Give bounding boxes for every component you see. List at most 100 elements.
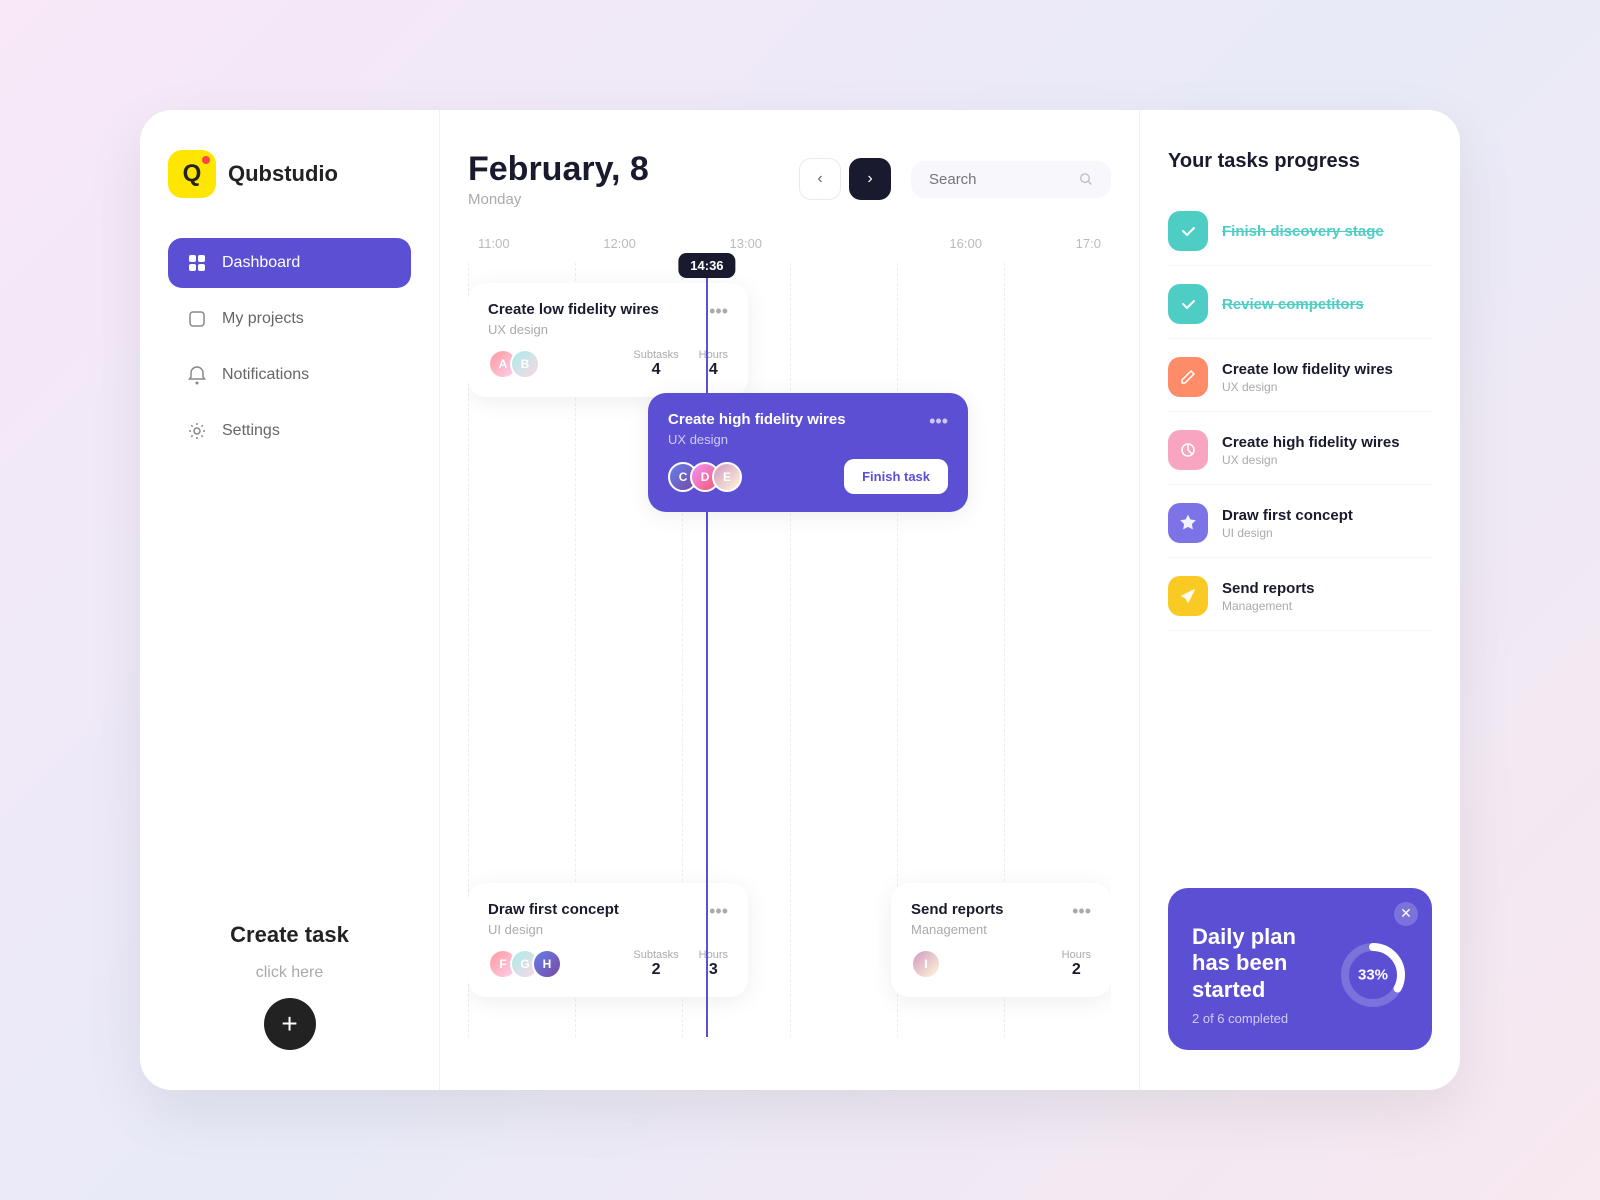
subtasks-stat-3: Subtasks 2 xyxy=(633,949,678,979)
avatar-1b: B xyxy=(510,349,540,379)
subtasks-label-1: Subtasks xyxy=(633,349,678,361)
search-box[interactable] xyxy=(911,161,1111,198)
task-list-info-2: Review competitors xyxy=(1222,296,1432,313)
sidebar-notifications-label: Notifications xyxy=(222,366,309,384)
task-list-info-1: Finish discovery stage xyxy=(1222,223,1432,240)
task-card-header-1: Create low fidelity wires UX design ••• xyxy=(488,301,728,349)
subtasks-stat-1: Subtasks 4 xyxy=(633,349,678,379)
list-item-4: Create high fidelity wires UX design xyxy=(1168,416,1432,485)
task-card-high-fidelity: Create high fidelity wires UX design •••… xyxy=(648,393,968,512)
daily-plan-sub: 2 of 6 completed xyxy=(1192,1011,1338,1026)
sidebar-settings-label: Settings xyxy=(222,422,280,440)
daily-plan-close-button[interactable]: ✕ xyxy=(1394,902,1418,926)
sidebar: Q Qubstudio Dashboard xyxy=(140,110,440,1090)
task-meta-2: C D E Finish task xyxy=(668,459,948,494)
task-subtitle-4: Management xyxy=(911,922,1004,937)
search-input[interactable] xyxy=(929,171,1069,188)
hours-value-1: 4 xyxy=(709,361,718,379)
subtasks-value-1: 4 xyxy=(652,361,661,379)
task-list-cat-5: UI design xyxy=(1222,526,1432,540)
meta-stats-3: Subtasks 2 Hours 3 xyxy=(633,949,728,979)
search-icon xyxy=(1079,171,1093,187)
sidebar-item-dashboard[interactable]: Dashboard xyxy=(168,238,411,288)
task-list: Finish discovery stage Review competitor… xyxy=(1168,197,1432,868)
task-list-info-5: Draw first concept UI design xyxy=(1222,507,1432,540)
task-icon-5 xyxy=(1168,503,1208,543)
task-subtitle-2: UX design xyxy=(668,432,846,447)
main-container: Q Qubstudio Dashboard xyxy=(140,110,1460,1090)
star-icon xyxy=(1178,513,1198,533)
task-list-name-6: Send reports xyxy=(1222,580,1432,597)
daily-plan-card: ✕ Daily plan has been started 2 of 6 com… xyxy=(1168,888,1432,1050)
task-card-header-2: Create high fidelity wires UX design ••• xyxy=(668,411,948,459)
hours-value-4: 2 xyxy=(1072,961,1081,979)
logo-icon: Q xyxy=(168,150,216,198)
time-label-1200: 12:00 xyxy=(603,236,636,251)
create-task-sub: click here xyxy=(256,964,324,982)
task-subtitle-3: UI design xyxy=(488,922,619,937)
prev-arrow-button[interactable]: ‹ xyxy=(799,158,841,200)
sidebar-bottom: Create task click here + xyxy=(168,922,411,1050)
check-icon-2 xyxy=(1178,294,1198,314)
time-labels: 11:00 12:00 13:00 16:00 17:0 xyxy=(468,236,1111,251)
task-list-name-3: Create low fidelity wires xyxy=(1222,361,1432,378)
panel-title: Your tasks progress xyxy=(1168,150,1432,173)
subtasks-value-3: 2 xyxy=(652,961,661,979)
notifications-icon xyxy=(186,364,208,386)
create-task-button[interactable]: + xyxy=(264,998,316,1050)
logo-area: Q Qubstudio xyxy=(168,150,411,198)
list-item-2: Review competitors xyxy=(1168,270,1432,339)
timeline-container: 11:00 12:00 13:00 16:00 17:0 xyxy=(468,236,1111,1050)
current-time-badge: 14:36 xyxy=(678,253,735,278)
pencil-icon xyxy=(1178,367,1198,387)
time-indicator: 14:36 xyxy=(706,263,708,1037)
list-item-6: Send reports Management xyxy=(1168,562,1432,631)
list-item-1: Finish discovery stage xyxy=(1168,197,1432,266)
dashboard-icon xyxy=(186,252,208,274)
avatars-2: C D E xyxy=(668,462,742,492)
task-icon-6 xyxy=(1168,576,1208,616)
task-meta-4: I Hours 2 xyxy=(911,949,1091,979)
progress-percent: 33% xyxy=(1358,966,1388,983)
task-menu-3[interactable]: ••• xyxy=(709,901,728,922)
progress-circle: 33% xyxy=(1338,940,1408,1010)
sidebar-item-settings[interactable]: Settings xyxy=(168,406,411,456)
finish-task-button[interactable]: Finish task xyxy=(844,459,948,494)
avatars-3: F G H xyxy=(488,949,562,979)
task-meta-1: A B Subtasks 4 Hours 4 xyxy=(488,349,728,379)
task-menu-2[interactable]: ••• xyxy=(929,411,948,432)
task-meta-3: F G H Subtasks 2 Hours 3 xyxy=(488,949,728,979)
meta-stats-1: Subtasks 4 Hours 4 xyxy=(633,349,728,379)
date-main: February, 8 xyxy=(468,150,779,189)
sidebar-item-projects[interactable]: My projects xyxy=(168,294,411,344)
task-icon-4 xyxy=(1168,430,1208,470)
hours-label-1: Hours xyxy=(699,349,728,361)
task-list-name-2: Review competitors xyxy=(1222,296,1432,313)
task-menu-4[interactable]: ••• xyxy=(1072,901,1091,922)
grid-col-4 xyxy=(790,263,897,1037)
task-card-header-4: Send reports Management ••• xyxy=(911,901,1091,949)
timeline-body: 14:36 Create low fidelity wires UX desig… xyxy=(468,263,1111,1037)
hours-stat-3: Hours 3 xyxy=(699,949,728,979)
create-task-label: Create task xyxy=(230,922,349,948)
sidebar-nav: Dashboard My projects N xyxy=(168,238,411,456)
task-list-info-4: Create high fidelity wires UX design xyxy=(1222,434,1432,467)
hours-stat-1: Hours 4 xyxy=(699,349,728,379)
task-title-3: Draw first concept xyxy=(488,901,619,918)
pie-icon xyxy=(1178,440,1198,460)
send-icon xyxy=(1178,586,1198,606)
hours-label-3: Hours xyxy=(699,949,728,961)
task-menu-1[interactable]: ••• xyxy=(709,301,728,322)
task-icon-1 xyxy=(1168,211,1208,251)
time-label-1600: 16:00 xyxy=(949,236,982,251)
sidebar-item-notifications[interactable]: Notifications xyxy=(168,350,411,400)
task-list-name-1: Finish discovery stage xyxy=(1222,223,1432,240)
check-icon-1 xyxy=(1178,221,1198,241)
next-arrow-button[interactable]: › xyxy=(849,158,891,200)
task-card-send-reports: Send reports Management ••• I Hours 2 xyxy=(891,883,1111,997)
list-item-3: Create low fidelity wires UX design xyxy=(1168,343,1432,412)
task-title-1: Create low fidelity wires xyxy=(488,301,659,318)
time-label-1100: 11:00 xyxy=(478,236,510,251)
hours-value-3: 3 xyxy=(709,961,718,979)
calendar-header: February, 8 Monday ‹ › xyxy=(468,150,1111,208)
